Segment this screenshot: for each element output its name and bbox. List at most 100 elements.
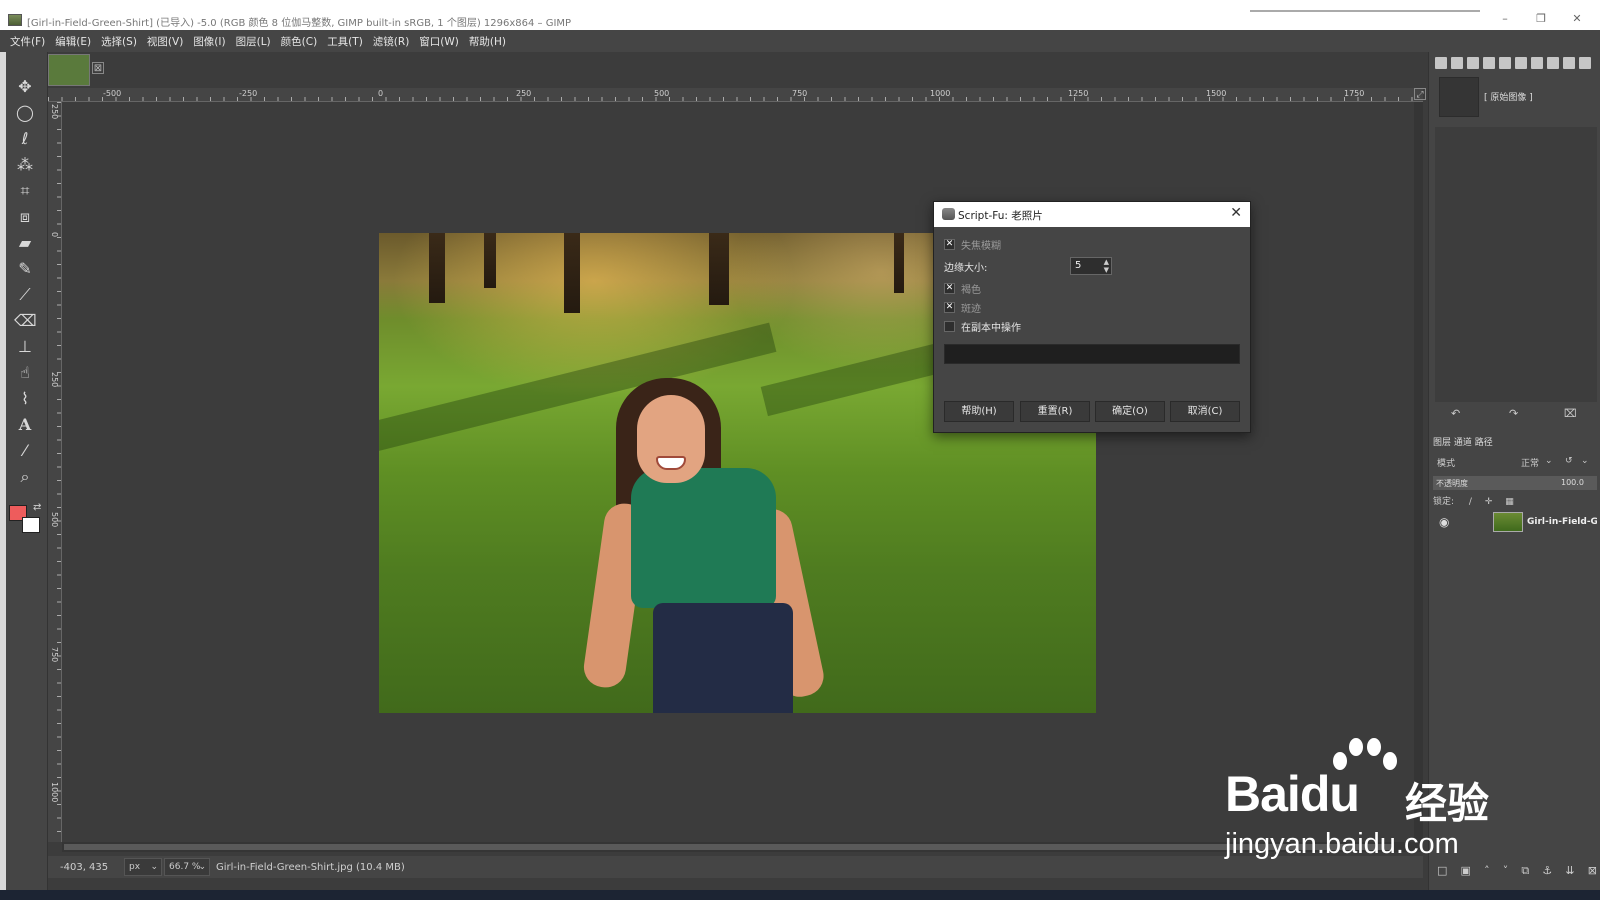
layers-tabs[interactable]: 图层 通道 路径: [1433, 435, 1493, 448]
delete-layer-icon[interactable]: ⊠: [1588, 864, 1597, 878]
ellipse-select-icon[interactable]: ◯: [14, 102, 36, 124]
anchor-icon[interactable]: ⚓: [1542, 864, 1552, 878]
border-size-spinner[interactable]: 5 ▲ ▼: [1070, 257, 1112, 275]
new-layer-icon[interactable]: □: [1437, 864, 1447, 878]
lock-pixels-icon[interactable]: ∕: [1469, 497, 1472, 507]
help-button[interactable]: 帮助(H): [944, 401, 1014, 422]
smudge-icon[interactable]: ☝: [14, 362, 36, 384]
swap-colors-icon[interactable]: ⇄: [33, 502, 41, 513]
original-image-thumb[interactable]: [1439, 77, 1479, 117]
color-picker-icon[interactable]: ⁄: [14, 440, 36, 462]
lasso-icon[interactable]: ℓ: [14, 128, 36, 150]
chevron-down-icon[interactable]: ⌄: [1545, 456, 1553, 466]
photo-tree: [709, 233, 729, 305]
mottle-checkbox[interactable]: ✕: [944, 301, 955, 313]
ruler-ticks: [57, 102, 61, 842]
undo-icon[interactable]: ↶: [1451, 407, 1460, 420]
image-tab-thumbnail[interactable]: [48, 54, 90, 86]
menu-select[interactable]: 选择(S): [101, 34, 137, 49]
layer-row[interactable]: ◉ Girl-in-Field-Green-Shirt: [1433, 511, 1597, 533]
transform-icon[interactable]: ⧈: [14, 206, 36, 228]
display-tab-icon[interactable]: [1499, 57, 1511, 69]
lower-layer-icon[interactable]: ˅: [1503, 864, 1509, 878]
reset-button[interactable]: 重置(R): [1020, 401, 1090, 422]
ruler-label: 500: [654, 89, 670, 98]
maximize-button[interactable]: ❐: [1526, 10, 1556, 28]
unit-select[interactable]: px ⌄: [124, 858, 162, 876]
minimize-button[interactable]: –: [1490, 10, 1520, 28]
cancel-button[interactable]: 取消(C): [1170, 401, 1240, 422]
redo-icon[interactable]: ↷: [1509, 407, 1518, 420]
tool-options-tab-icon[interactable]: [1435, 57, 1447, 69]
mottle-checkbox-row[interactable]: ✕ 斑迹: [944, 300, 981, 315]
images-tab-icon[interactable]: [1483, 57, 1495, 69]
close-window-button[interactable]: ✕: [1562, 10, 1592, 28]
work-on-copy-checkbox[interactable]: [944, 320, 955, 332]
ok-button[interactable]: 确定(O): [1095, 401, 1165, 422]
raise-layer-icon[interactable]: ˄: [1484, 864, 1490, 878]
clear-history-icon[interactable]: ⌧: [1564, 407, 1577, 420]
fonts-tab-icon[interactable]: [1467, 57, 1479, 69]
title-progress-line: [1250, 10, 1480, 12]
brush-tab-icon[interactable]: [1563, 57, 1575, 69]
vertical-ruler[interactable]: 250 0 250 500 750 1000: [48, 102, 62, 842]
background-color-swatch[interactable]: [22, 517, 40, 533]
work-on-copy-row[interactable]: 在副本中操作: [944, 319, 1021, 334]
fuzzy-select-icon[interactable]: ⁂: [14, 154, 36, 176]
bucket-fill-icon[interactable]: ▰: [14, 232, 36, 254]
ruler-label: 1750: [1344, 89, 1365, 98]
zoom-select[interactable]: 66.7 % ⌄: [164, 858, 210, 876]
menu-edit[interactable]: 编辑(E): [55, 34, 91, 49]
eraser-icon[interactable]: ⌫: [14, 310, 37, 332]
lock-alpha-icon[interactable]: ▦: [1505, 497, 1514, 507]
move-icon[interactable]: ✥: [14, 76, 36, 98]
paintbrush-icon[interactable]: ⟋: [14, 284, 36, 306]
sepia-checkbox-row[interactable]: ✕ 褐色: [944, 281, 981, 296]
photo-mouth: [656, 456, 686, 470]
paths-tab-icon[interactable]: [1515, 57, 1527, 69]
horizontal-scrollbar[interactable]: [62, 842, 1423, 852]
dock-menu-icon[interactable]: [1579, 57, 1591, 69]
layers-tab-icon[interactable]: [1547, 57, 1559, 69]
eye-icon[interactable]: ◉: [1439, 515, 1449, 529]
menu-view[interactable]: 视图(V): [147, 34, 183, 49]
defocus-checkbox-row[interactable]: ✕ 失焦模糊: [944, 237, 1001, 252]
scrollbar-thumb[interactable]: [64, 844, 1394, 850]
sepia-checkbox[interactable]: ✕: [944, 282, 955, 294]
duplicate-layer-icon[interactable]: ⧉: [1521, 864, 1529, 878]
menu-tools[interactable]: 工具(T): [327, 34, 363, 49]
undo-history-tab-icon[interactable]: [1531, 57, 1543, 69]
chevron-down-icon: ⌄: [150, 862, 158, 872]
menu-colors[interactable]: 颜色(C): [281, 34, 318, 49]
new-group-icon[interactable]: ▣: [1461, 864, 1471, 878]
ruler-label: 0: [378, 89, 384, 98]
horizontal-ruler[interactable]: -500 -250 0 250 500 750 1000 1250 1500 1…: [48, 88, 1423, 102]
ink-icon[interactable]: ✎: [14, 258, 36, 280]
defocus-checkbox[interactable]: ✕: [944, 238, 955, 250]
device-status-tab-icon[interactable]: [1451, 57, 1463, 69]
close-icon[interactable]: ✕: [1230, 205, 1242, 221]
lock-row: 锁定: ∕ ✛ ▦: [1433, 494, 1514, 507]
clone-icon[interactable]: ⊥: [14, 336, 36, 358]
spinner-arrows-icon[interactable]: ▲ ▼: [1104, 258, 1109, 274]
dialog-title-bar[interactable]: Script-Fu: 老照片 ✕: [934, 202, 1250, 227]
text-icon[interactable]: A: [14, 414, 36, 436]
lock-position-icon[interactable]: ✛: [1485, 497, 1493, 507]
zoom-icon[interactable]: ⌕: [14, 466, 36, 488]
menu-layer[interactable]: 图层(L): [236, 34, 271, 49]
navigate-icon[interactable]: ⤢: [1414, 88, 1426, 100]
menu-file[interactable]: 文件(F): [10, 34, 45, 49]
reset-mode-icon[interactable]: ↺: [1565, 456, 1573, 466]
chevron-down-icon[interactable]: ⌄: [1581, 456, 1589, 466]
menu-filters[interactable]: 滤镜(R): [373, 34, 410, 49]
pointer-coordinates: -403, 435: [60, 861, 109, 873]
menu-help[interactable]: 帮助(H): [469, 34, 506, 49]
merge-icon[interactable]: ⇊: [1565, 864, 1574, 878]
paths-icon[interactable]: ⌇: [14, 388, 36, 410]
crop-icon[interactable]: ⌗: [14, 180, 36, 202]
menu-windows[interactable]: 窗口(W): [419, 34, 459, 49]
mode-select[interactable]: 正常: [1521, 456, 1539, 469]
image-tab-close-icon[interactable]: ⊠: [92, 62, 104, 74]
menu-image[interactable]: 图像(I): [193, 34, 225, 49]
opacity-slider[interactable]: 不透明度 100.0: [1433, 476, 1597, 490]
